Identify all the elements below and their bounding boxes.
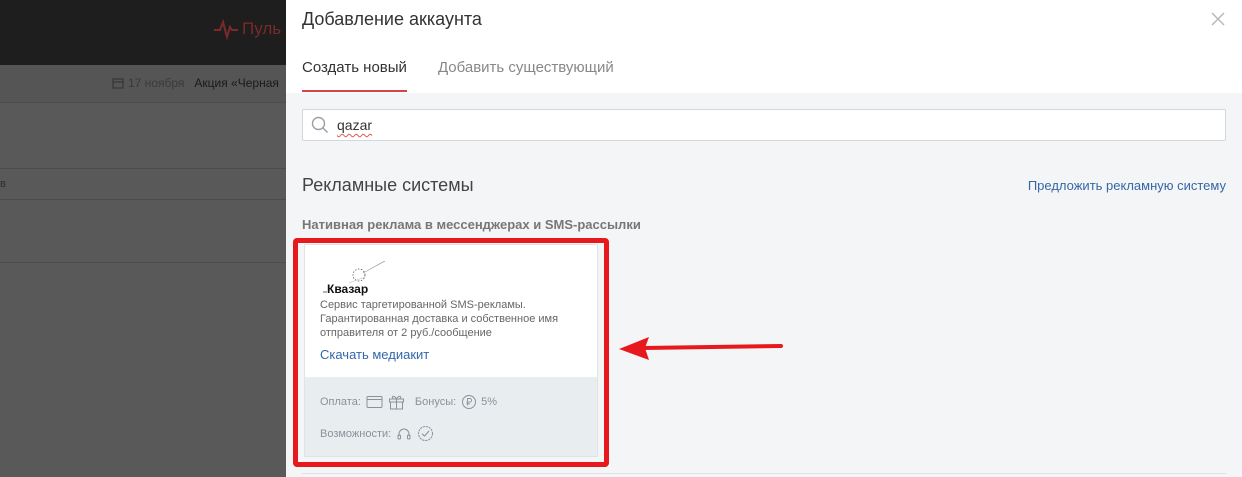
card-description-line: отправителя от 2 руб./сообщение (320, 327, 492, 339)
background-logo: Пуль (214, 18, 281, 40)
calendar-icon (112, 78, 124, 89)
background-app: Пуль 17 ноября Акция «Черная в (0, 0, 286, 477)
search-value: qazar (337, 117, 373, 133)
section-divider (302, 473, 1226, 474)
modal-title: Добавление аккаунта (302, 9, 482, 29)
modal-header: Добавление аккаунта Создать новый Добави… (286, 0, 1242, 93)
background-promo: Акция «Черная (194, 76, 279, 90)
ruble-coin-icon (462, 395, 477, 409)
download-mediakit-link[interactable]: Скачать медиакит (320, 347, 429, 362)
payment-bonus-row: Оплата: Бонусы: 5% (320, 394, 497, 410)
close-icon[interactable] (1210, 11, 1226, 27)
features-label: Возможности: (320, 427, 392, 440)
background-divider (0, 199, 286, 200)
search-input[interactable]: qazar (302, 109, 1226, 141)
background-date: 17 ноября (128, 76, 185, 90)
ad-system-card-kvazar[interactable]: Квазар Сервис таргетированной SMS-реклам… (304, 244, 598, 457)
card-payment-icon (366, 396, 383, 408)
modal-tabs: Создать новый Добавить существующий (302, 59, 614, 92)
bonus-value: 5% (481, 396, 498, 408)
verified-check-icon (418, 426, 434, 441)
suggest-ad-system-link[interactable]: Предложить рекламную систему (1028, 178, 1226, 193)
features-row: Возможности: (320, 425, 434, 442)
section-title: Рекламные системы (302, 175, 474, 195)
search-icon (311, 116, 328, 133)
background-logo-text: Пуль (242, 19, 282, 38)
background-date-row: 17 ноября Акция «Черная (112, 76, 279, 90)
headset-icon (397, 428, 411, 439)
pulse-icon (214, 18, 238, 40)
card-logo-text: Квазар (327, 282, 369, 296)
background-row-text: в (0, 178, 6, 190)
card-description-line: Сервис таргетированной SMS-рекламы. (320, 299, 526, 311)
annotation-arrow-icon (619, 337, 783, 360)
background-divider (0, 262, 286, 263)
gift-icon (388, 395, 404, 410)
card-description: Сервис таргетированной SMS-рекламы. Гара… (320, 298, 590, 340)
bonus-label: Бонусы: (414, 396, 457, 408)
background-divider (0, 168, 286, 169)
category-title: Нативная реклама в мессенджерах и SMS-ра… (302, 217, 641, 232)
tab-add-existing[interactable]: Добавить существующий (438, 59, 614, 92)
tab-create-new[interactable]: Создать новый (302, 59, 407, 92)
card-description-line: Гарантированная доставка и собственное и… (320, 313, 559, 325)
add-account-modal: Добавление аккаунта Создать новый Добави… (286, 0, 1242, 477)
card-footer: Оплата: Бонусы: 5% Возможности: (305, 377, 597, 456)
payment-label: Оплата: (320, 396, 361, 408)
